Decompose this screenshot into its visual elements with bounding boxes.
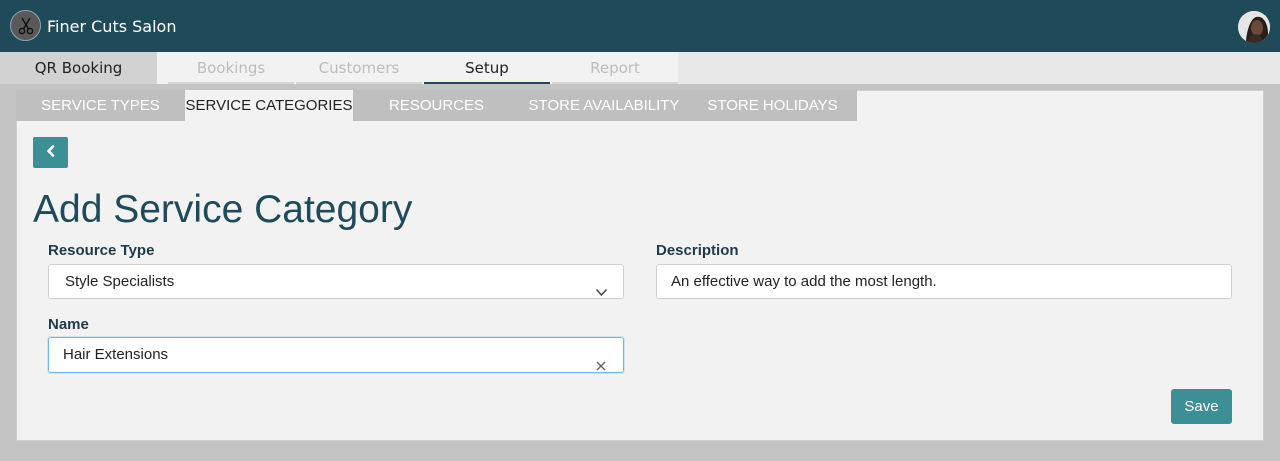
- subtab-service-types[interactable]: SERVICE TYPES: [16, 90, 185, 121]
- subtab-resources[interactable]: RESOURCES: [353, 90, 520, 121]
- save-button[interactable]: Save: [1171, 389, 1232, 424]
- nav-tab-bookings[interactable]: Bookings: [168, 52, 294, 84]
- name-value: Hair Extensions: [63, 346, 169, 363]
- nav-tab-setup[interactable]: Setup: [424, 52, 550, 84]
- subtab-store-availability[interactable]: STORE AVAILABILITY: [520, 90, 688, 121]
- app-header: Finer Cuts Salon: [0, 0, 1280, 52]
- page-title: Add Service Category: [33, 188, 413, 231]
- resource-type-value: Style Specialists: [65, 273, 175, 290]
- chevron-left-icon: [46, 144, 56, 162]
- app-title: Finer Cuts Salon: [47, 17, 177, 36]
- chevron-down-icon: [595, 276, 608, 309]
- nav-tab-qr-booking[interactable]: QR Booking: [0, 52, 157, 84]
- back-button[interactable]: [33, 137, 68, 168]
- resource-type-label: Resource Type: [48, 242, 155, 259]
- description-value: An effective way to add the most length.: [671, 273, 937, 290]
- subtab-store-holidays[interactable]: STORE HOLIDAYS: [688, 90, 857, 121]
- description-input[interactable]: An effective way to add the most length.: [656, 264, 1232, 299]
- close-icon[interactable]: [596, 350, 606, 383]
- subtab-service-categories[interactable]: SERVICE CATEGORIES: [185, 90, 353, 121]
- nav-filler: [678, 52, 1280, 84]
- nav-tab-report[interactable]: Report: [552, 52, 678, 84]
- scissors-icon[interactable]: [10, 10, 41, 41]
- resource-type-select[interactable]: Style Specialists: [48, 264, 624, 299]
- nav-tab-customers[interactable]: Customers: [296, 52, 422, 84]
- main-nav: QR Booking Bookings Customers Setup Repo…: [0, 52, 1280, 84]
- name-input[interactable]: Hair Extensions: [48, 337, 624, 373]
- name-label: Name: [48, 316, 89, 333]
- description-label: Description: [656, 242, 739, 259]
- user-avatar[interactable]: [1238, 11, 1270, 43]
